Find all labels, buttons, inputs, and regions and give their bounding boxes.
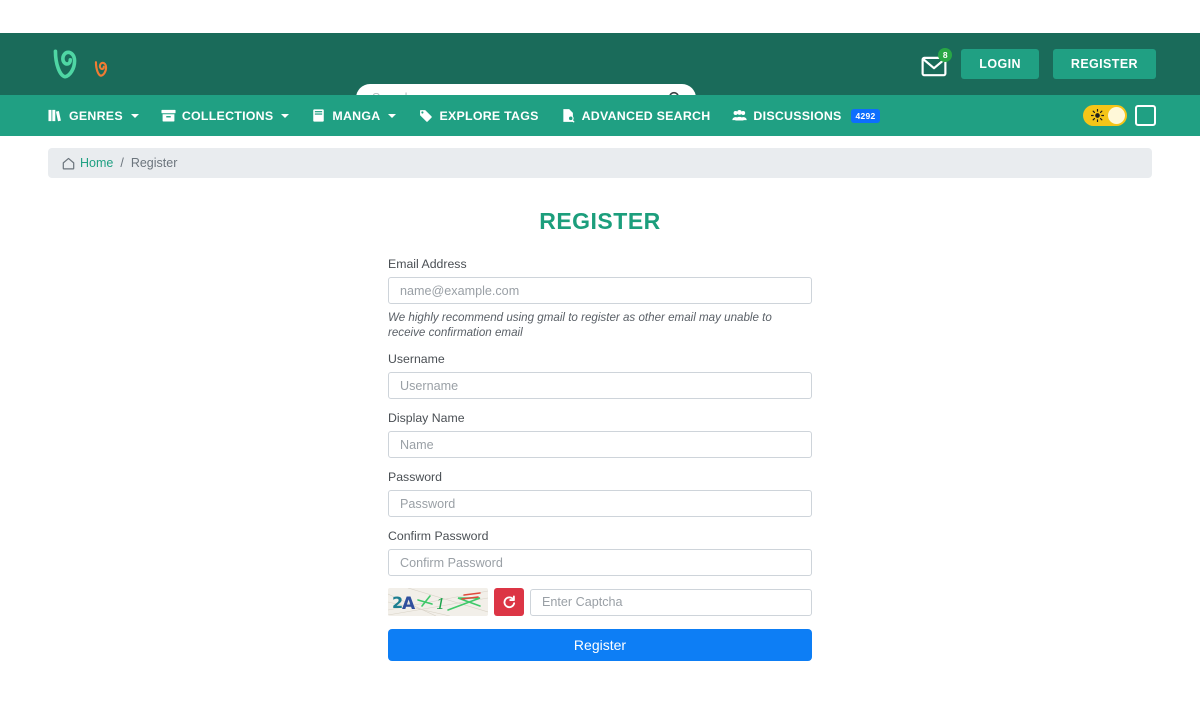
svg-text:1: 1 bbox=[436, 595, 446, 613]
nav-item-genres[interactable]: GENRES bbox=[48, 108, 139, 123]
chevron-down-icon bbox=[388, 113, 397, 118]
password-field[interactable] bbox=[388, 490, 812, 517]
refresh-captcha-button[interactable] bbox=[494, 588, 524, 616]
discussions-count-badge: 4292 bbox=[850, 108, 881, 123]
navbar-right-controls bbox=[1083, 95, 1156, 136]
nav-label: DISCUSSIONS bbox=[753, 108, 842, 123]
confirm-password-field[interactable] bbox=[388, 549, 812, 576]
breadcrumb-separator: / bbox=[120, 156, 124, 170]
breadcrumb-home-link[interactable]: Home bbox=[80, 156, 113, 170]
nav-label: COLLECTIONS bbox=[181, 108, 274, 123]
refresh-icon bbox=[503, 595, 516, 609]
password-label: Password bbox=[388, 470, 442, 484]
users-icon bbox=[732, 110, 748, 121]
username-field[interactable] bbox=[388, 372, 812, 399]
page-title: REGISTER bbox=[539, 208, 661, 234]
register-button[interactable]: REGISTER bbox=[1052, 49, 1156, 79]
captcha-image: 2 A 1 bbox=[388, 588, 488, 616]
site-logo-link[interactable] bbox=[0, 47, 110, 81]
email-label: Email Address bbox=[388, 257, 467, 271]
register-submit-button[interactable]: Register bbox=[388, 629, 812, 661]
email-field[interactable] bbox=[388, 277, 812, 304]
nav-label: ADVANCED SEARCH bbox=[581, 108, 711, 123]
panel-toggle-button[interactable] bbox=[1135, 105, 1156, 126]
page-top-strip bbox=[0, 0, 1200, 33]
site-header: 8 LOGIN REGISTER bbox=[0, 33, 1200, 112]
nav-label: GENRES bbox=[69, 108, 123, 123]
messages-button[interactable]: 8 bbox=[921, 48, 953, 77]
register-form: Email Address We highly recommend using … bbox=[388, 257, 812, 661]
email-help-text: We highly recommend using gmail to regis… bbox=[388, 311, 772, 339]
nav-label: MANGA bbox=[332, 108, 381, 123]
username-label: Username bbox=[388, 352, 445, 366]
chevron-down-icon bbox=[281, 113, 290, 118]
theme-toggle-knob bbox=[1108, 107, 1125, 124]
captcha-row: 2 A 1 bbox=[388, 588, 812, 616]
file-search-icon bbox=[562, 109, 575, 123]
nav-item-collections[interactable]: COLLECTIONS bbox=[161, 108, 290, 123]
display-name-label: Display Name bbox=[388, 411, 465, 425]
display-name-field-group: Display Name bbox=[388, 411, 812, 458]
theme-toggle[interactable] bbox=[1083, 105, 1127, 126]
display-name-field[interactable] bbox=[388, 431, 812, 458]
main-navbar: GENRES COLLECTIONS MANGA EXPLORE TAGS AD… bbox=[0, 95, 1200, 136]
nav-item-explore-tags[interactable]: EXPLORE TAGS bbox=[418, 108, 538, 123]
breadcrumb: Home / Register bbox=[48, 148, 1152, 178]
vine-logo bbox=[53, 49, 77, 79]
nav-item-discussions[interactable]: DISCUSSIONS 4292 bbox=[732, 108, 881, 123]
username-field-group: Username bbox=[388, 352, 812, 399]
navbar-items: GENRES COLLECTIONS MANGA EXPLORE TAGS AD… bbox=[0, 108, 881, 123]
nav-item-advanced-search[interactable]: ADVANCED SEARCH bbox=[561, 108, 711, 123]
confirm-password-field-group: Confirm Password bbox=[388, 529, 812, 576]
confirm-password-label: Confirm Password bbox=[388, 529, 489, 543]
books-icon bbox=[48, 109, 61, 122]
home-icon bbox=[62, 157, 75, 169]
password-field-group: Password bbox=[388, 470, 812, 517]
nav-label: EXPLORE TAGS bbox=[439, 108, 539, 123]
book-icon bbox=[313, 109, 325, 122]
messages-badge: 8 bbox=[938, 48, 953, 62]
email-field-group: Email Address We highly recommend using … bbox=[388, 257, 812, 340]
vine-logo-small bbox=[94, 61, 108, 77]
tag-icon bbox=[419, 110, 433, 122]
nav-item-manga[interactable]: MANGA bbox=[311, 108, 397, 123]
login-button[interactable]: LOGIN bbox=[961, 49, 1039, 79]
captcha-input[interactable] bbox=[530, 588, 812, 616]
sun-icon bbox=[1091, 109, 1104, 122]
chevron-down-icon bbox=[130, 113, 139, 118]
svg-text:A: A bbox=[402, 594, 416, 614]
archive-box-icon bbox=[161, 109, 176, 122]
header-actions: 8 LOGIN REGISTER bbox=[921, 33, 1156, 95]
breadcrumb-current: Register bbox=[130, 156, 178, 170]
